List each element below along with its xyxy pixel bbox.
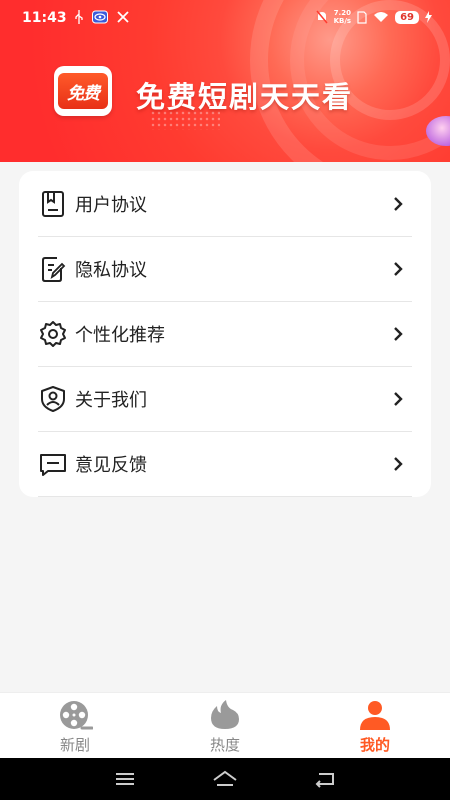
chevron-right-icon [394,391,403,406]
menu-item-privacy-agreement[interactable]: 隐私协议 [19,236,431,301]
wifi-icon [374,12,389,22]
tab-trending[interactable]: 热度 [150,693,300,759]
chevron-right-icon [394,456,403,471]
document-icon [42,191,64,217]
network-speed: 7.20 KB/s [334,9,351,25]
banner-slogan: 免费短剧天天看 [136,80,354,114]
status-bar: 11:43 7.20 KB/s 69 [0,0,450,36]
sim-icon [357,10,367,24]
menu-item-label: 用户协议 [75,194,147,216]
tab-new-dramas[interactable]: 新剧 [0,693,150,759]
battery-level: 69 [395,10,419,24]
mute-icon [316,10,328,24]
chevron-right-icon [394,196,403,211]
person-icon [360,701,390,730]
network-speed-unit: KB/s [333,17,352,25]
edit-document-icon [42,257,66,282]
menu-item-about-us[interactable]: 关于我们 [19,366,431,431]
chevron-right-icon [394,326,403,341]
film-reel-icon [60,701,93,730]
menu-item-label: 意见反馈 [75,454,147,476]
menu-item-personalized-recommendation[interactable]: 个性化推荐 [19,301,431,366]
status-time: 11:43 [22,10,67,26]
network-speed-value: 7.20 [333,9,351,17]
tab-label: 我的 [359,736,390,754]
menu-item-label: 关于我们 [75,389,147,411]
chevron-right-icon [394,261,403,276]
back-icon[interactable] [311,766,339,792]
system-nav-bar [0,758,450,800]
menu-item-label: 个性化推荐 [75,324,165,346]
divider [38,496,412,497]
status-left-icons [74,10,130,24]
flame-icon [211,700,239,729]
home-icon[interactable] [211,766,239,792]
message-icon [40,454,66,476]
settings-menu-card: 用户协议 隐私协议 个性化推荐 关于我们 意见反馈 [19,171,431,497]
usb-icon [75,10,83,24]
bottom-tab-bar: 新剧 热度 我的 [0,692,450,758]
tools-icon [117,11,129,23]
charging-icon [425,11,432,23]
eye-icon [92,10,108,24]
app-logo-text: 免费 [58,73,108,109]
menu-icon[interactable] [111,766,139,792]
user-shield-icon [41,386,65,412]
menu-item-label: 隐私协议 [75,259,147,281]
gear-icon [40,321,66,347]
tab-mine[interactable]: 我的 [300,693,450,759]
tab-label: 新剧 [59,736,90,754]
status-right-icons: 7.20 KB/s 69 [316,9,432,25]
app-logo: 免费 [54,66,112,116]
tab-label: 热度 [209,736,240,754]
menu-item-feedback[interactable]: 意见反馈 [19,431,431,496]
menu-item-user-agreement[interactable]: 用户协议 [19,171,431,236]
